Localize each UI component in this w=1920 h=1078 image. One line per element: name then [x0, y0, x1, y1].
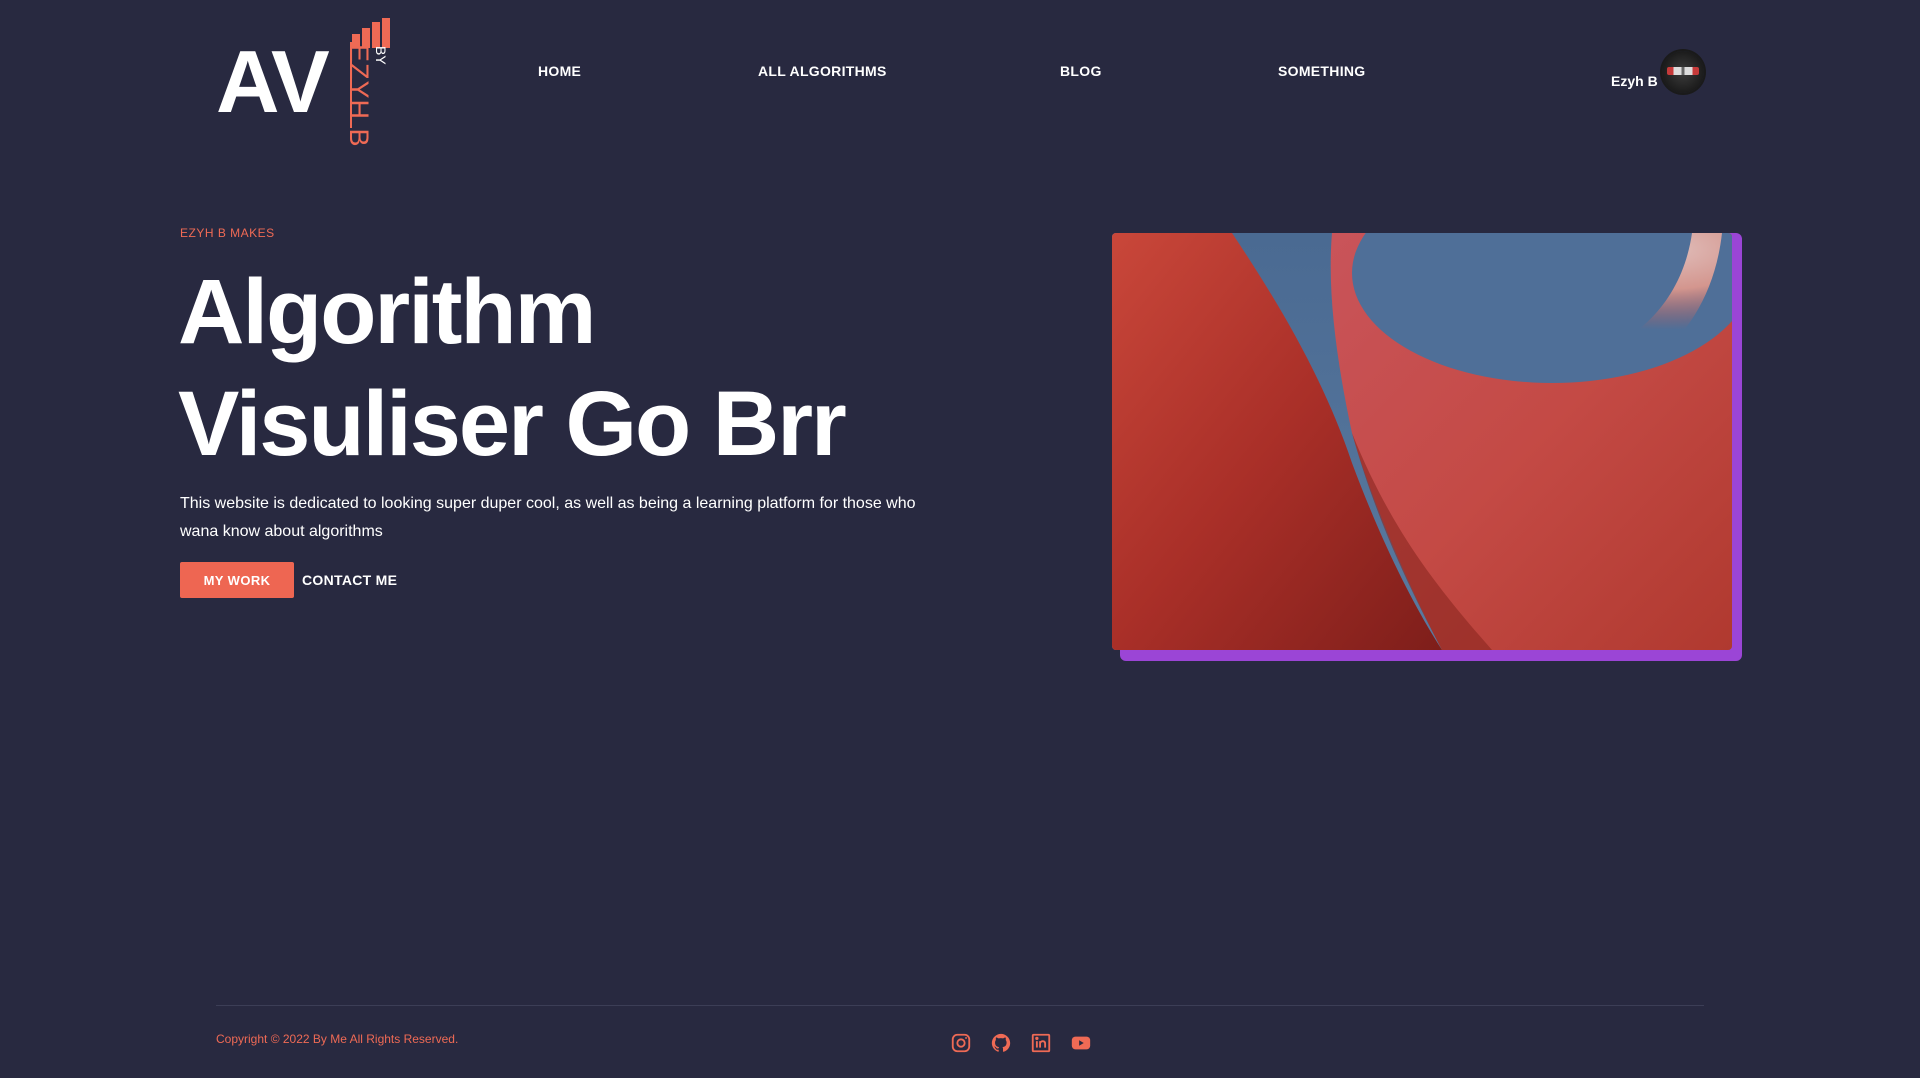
- avatar-image: [1667, 67, 1699, 75]
- abstract-image: [1112, 233, 1732, 650]
- logo-by: BY: [373, 46, 389, 65]
- hero-image: [1112, 233, 1732, 650]
- my-work-button[interactable]: MY WORK: [180, 562, 294, 598]
- footer-divider: [216, 1005, 1704, 1006]
- hero-eyebrow: EZYH B MAKES: [180, 226, 275, 240]
- youtube-icon[interactable]: [1070, 1032, 1092, 1054]
- nav-home[interactable]: HOME: [538, 63, 581, 79]
- hero-description: This website is dedicated to looking sup…: [180, 495, 916, 540]
- logo[interactable]: AV EZYH B BY: [216, 16, 391, 148]
- copyright-text: Copyright © 2022 By Me All Rights Reserv…: [216, 1032, 459, 1046]
- logo-text: AV: [216, 32, 330, 131]
- user-name[interactable]: Ezyh B: [1611, 73, 1658, 89]
- page: AV EZYH B BY HOME ALL ALGORITHMS BLOG SO…: [0, 0, 1920, 1078]
- hero-title: Algorithm Visuliser Go Brr: [178, 261, 847, 475]
- contact-me-button[interactable]: CONTACT ME: [302, 562, 397, 598]
- logo-author: EZYH B: [344, 44, 374, 148]
- hero-image-frame: [1112, 233, 1742, 661]
- nav-blog[interactable]: BLOG: [1060, 63, 1102, 79]
- nav-all-algorithms[interactable]: ALL ALGORITHMS: [758, 63, 887, 79]
- linkedin-icon[interactable]: [1030, 1032, 1052, 1054]
- avatar-icon[interactable]: [1662, 51, 1704, 93]
- social-links: [950, 1032, 1092, 1054]
- github-icon[interactable]: [990, 1032, 1012, 1054]
- nav-something[interactable]: SOMETHING: [1278, 63, 1365, 79]
- instagram-icon[interactable]: [950, 1032, 972, 1054]
